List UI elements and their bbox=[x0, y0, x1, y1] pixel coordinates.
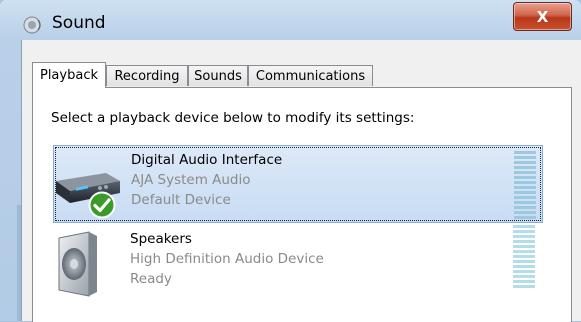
volume-level-meter bbox=[513, 225, 535, 293]
dialog-body: Playback Recording Sounds Communications… bbox=[21, 40, 581, 322]
list-item-speakers[interactable]: Speakers High Definition Audio Device Re… bbox=[53, 225, 543, 303]
speaker-app-icon bbox=[23, 16, 41, 34]
title-bar[interactable]: Sound X bbox=[0, 0, 581, 40]
digital-audio-interface-icon bbox=[56, 173, 120, 203]
device-status: Ready bbox=[130, 271, 172, 287]
close-icon: X bbox=[536, 7, 549, 26]
tab-communications[interactable]: Communications bbox=[248, 65, 373, 86]
tab-sounds[interactable]: Sounds bbox=[188, 65, 248, 86]
speaker-icon bbox=[58, 231, 97, 297]
device-status: Default Device bbox=[131, 192, 231, 208]
device-name: Speakers bbox=[130, 231, 192, 247]
close-button[interactable]: X bbox=[513, 2, 572, 31]
list-item-digital-audio-interface[interactable]: Digital Audio Interface AJA System Audio… bbox=[53, 145, 543, 223]
playback-tab-page: Select a playback device below to modify… bbox=[32, 87, 572, 322]
device-driver: AJA System Audio bbox=[131, 172, 251, 188]
default-device-check-icon bbox=[88, 191, 116, 219]
tab-playback[interactable]: Playback bbox=[32, 62, 106, 88]
device-driver: High Definition Audio Device bbox=[130, 251, 324, 267]
device-name: Digital Audio Interface bbox=[131, 152, 283, 168]
tab-recording[interactable]: Recording bbox=[106, 65, 188, 86]
sound-dialog: Sound X Playback Recording Sounds Commun… bbox=[0, 0, 581, 322]
instruction-text: Select a playback device below to modify… bbox=[51, 110, 415, 126]
volume-level-meter bbox=[514, 151, 536, 219]
window-title: Sound bbox=[52, 13, 106, 33]
playback-device-list[interactable]: Digital Audio Interface AJA System Audio… bbox=[53, 145, 551, 322]
